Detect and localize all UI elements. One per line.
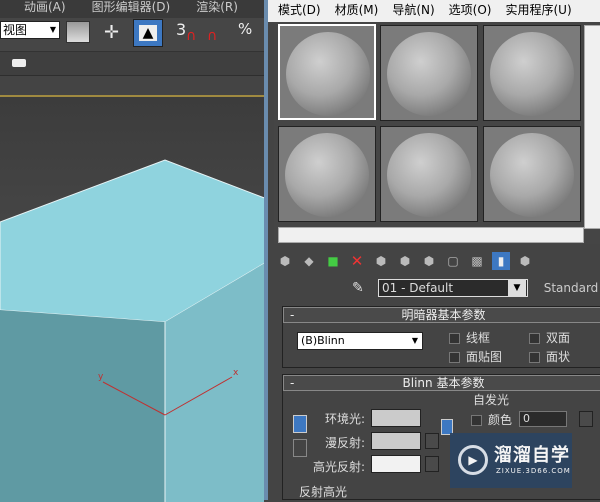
horizontal-scrollbar[interactable] [278,227,584,243]
self-illum-spinner[interactable]: 0 [519,411,567,427]
diffuse-lock-button[interactable] [293,439,307,457]
go-to-parent-icon[interactable]: ⬢ [516,252,534,270]
angle-snap-icon[interactable]: ∩ [207,28,217,44]
view-dropdown[interactable]: 视图 ▼ [0,21,60,39]
copy-material-icon[interactable]: ⬢ [372,252,390,270]
material-editor-menu: 模式(D) 材质(M) 导航(N) 选项(O) 实用程序(U) [268,0,600,22]
material-editor-window: 模式(D) 材质(M) 导航(N) 选项(O) 实用程序(U) ⬢ ◆ ■ ✕ … [264,0,600,500]
put-to-scene-icon[interactable]: ◆ [300,252,318,270]
chevron-down-icon[interactable]: ▼ [508,280,526,296]
sample-slots [274,22,600,244]
specular-label: 高光反射: [313,460,366,474]
self-illum-map-button[interactable] [579,411,593,427]
menu-utilities[interactable]: 实用程序(U) [505,0,571,22]
magnet-snap-icon[interactable]: ∩ [186,28,196,44]
face-map-checkbox[interactable]: 面贴图 [449,348,502,365]
secondary-toolbar [0,52,264,76]
cube-left-face [0,310,165,502]
make-unique-icon[interactable]: ⬢ [396,252,414,270]
self-illum-color-checkbox[interactable]: 颜色 [471,411,512,428]
main-toolbar: 视图 ▼ ✛ ▲ 3 ∩ ∩ % [0,18,264,52]
eyedropper-icon[interactable]: ✎ [352,280,364,296]
vertical-scrollbar[interactable] [584,25,600,229]
material-sphere [286,32,370,116]
snap-toggle-label[interactable]: 3 [176,20,186,39]
menu-modes[interactable]: 模式(D) [278,0,321,22]
select-move-icon[interactable]: ✛ [104,22,119,43]
main-menu-bar: 动画(A) 图形编辑器(D) 渲染(R) [0,0,264,18]
material-id-icon[interactable]: ▢ [444,252,462,270]
ambient-lock-button[interactable] [293,415,307,433]
specular-color-swatch[interactable] [371,455,421,473]
sample-slot[interactable] [380,25,478,121]
play-logo-icon: ▶ [458,445,488,475]
show-map-icon[interactable]: ▩ [468,252,486,270]
perspective-viewport[interactable]: y x [0,95,264,502]
diffuse-color-swatch[interactable] [371,432,421,450]
rollout-header[interactable]: - 明暗器基本参数 [283,307,600,323]
faceted-checkbox[interactable]: 面状 [529,348,570,365]
material-sphere [490,133,574,217]
material-type-button[interactable]: Standard [538,279,600,297]
menu-options[interactable]: 选项(O) [449,0,492,22]
layer-dropdown-icon[interactable] [12,59,26,67]
specular-highlights-label: 反射高光 [299,485,348,499]
specular-map-button[interactable] [425,456,439,472]
menu-material[interactable]: 材质(M) [335,0,379,22]
menu-rendering[interactable]: 渲染(R) [196,0,238,18]
sample-slot[interactable] [483,25,581,121]
menu-animation[interactable]: 动画(A) [24,0,66,18]
percent-snap-label[interactable]: % [238,20,252,38]
reset-delete-icon[interactable]: ✕ [348,252,366,270]
axis-x-label: x [233,368,239,378]
chevron-down-icon: ▼ [49,25,56,34]
show-end-result-icon[interactable]: ▮ [492,252,510,270]
menu-navigation[interactable]: 导航(N) [392,0,434,22]
active-select-button[interactable]: ▲ [133,19,163,47]
menu-graph-editors[interactable]: 图形编辑器(D) [92,0,171,18]
diffuse-label: 漫反射: [325,436,366,450]
assign-material-icon[interactable]: ■ [324,252,342,270]
pivot-icon[interactable] [66,21,90,43]
put-to-library-icon[interactable]: ⬢ [420,252,438,270]
sample-slot[interactable] [483,126,581,222]
get-material-icon[interactable]: ⬢ [276,252,294,270]
material-sphere [387,133,471,217]
ambient-color-swatch[interactable] [371,409,421,427]
rollout-header[interactable]: - Blinn 基本参数 [283,375,600,391]
material-sphere [285,133,369,217]
shader-type-dropdown[interactable]: (B)Blinn ▼ [297,332,423,350]
axis-y-label: y [98,372,104,382]
material-name-field[interactable]: 01 - Default [378,279,528,297]
self-illumination-label: 自发光 [473,393,510,407]
shader-basic-params-rollout: - 明暗器基本参数 (B)Blinn ▼ 线框 双面 面贴图 面状 [282,306,600,368]
diffuse-map-button[interactable] [425,433,439,449]
material-sphere [490,32,574,116]
sample-slot[interactable] [380,126,478,222]
sample-slot[interactable] [278,126,376,222]
wire-checkbox[interactable]: 线框 [449,329,490,346]
two-sided-checkbox[interactable]: 双面 [529,329,570,346]
chevron-down-icon: ▼ [411,336,418,345]
material-toolbar: ⬢ ◆ ■ ✕ ⬢ ⬢ ⬢ ▢ ▩ ▮ ⬢ [276,248,600,274]
viewport-panel: 动画(A) 图形编辑器(D) 渲染(R) 视图 ▼ ✛ ▲ 3 ∩ ∩ % y x [0,0,264,502]
material-sphere [387,32,471,116]
watermark: ▶ 溜溜自学 ZIXUE.3D66.COM [450,433,572,488]
sample-slot[interactable] [278,24,376,120]
ambient-label: 环境光: [325,412,366,426]
